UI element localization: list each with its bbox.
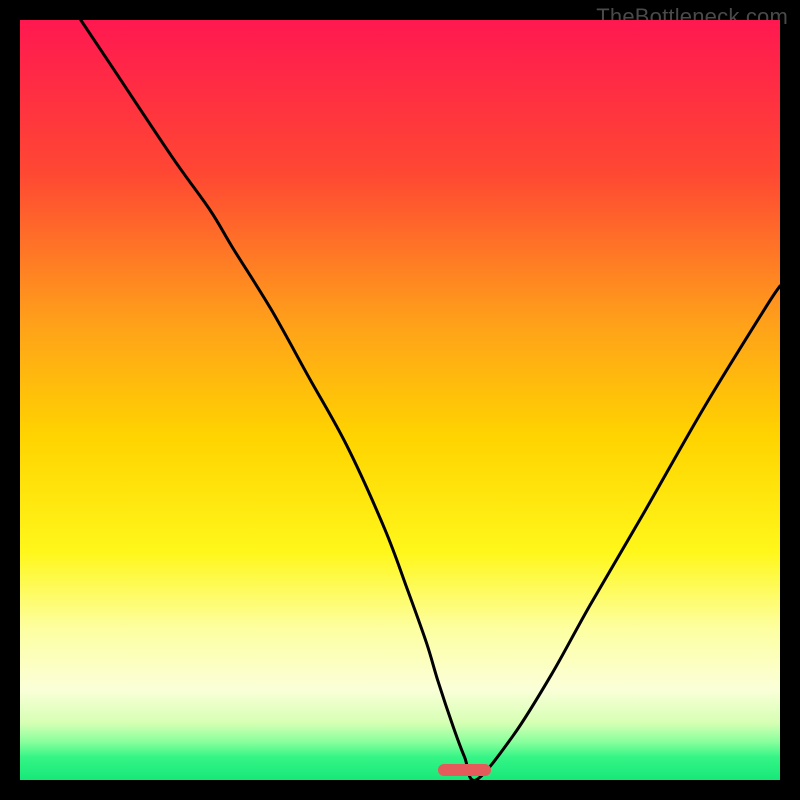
curve-layer bbox=[20, 20, 780, 780]
chart-frame: TheBottleneck.com bbox=[0, 0, 800, 800]
plot-area bbox=[20, 20, 780, 780]
bottleneck-curve bbox=[81, 20, 780, 780]
optimal-range-marker bbox=[438, 764, 491, 776]
